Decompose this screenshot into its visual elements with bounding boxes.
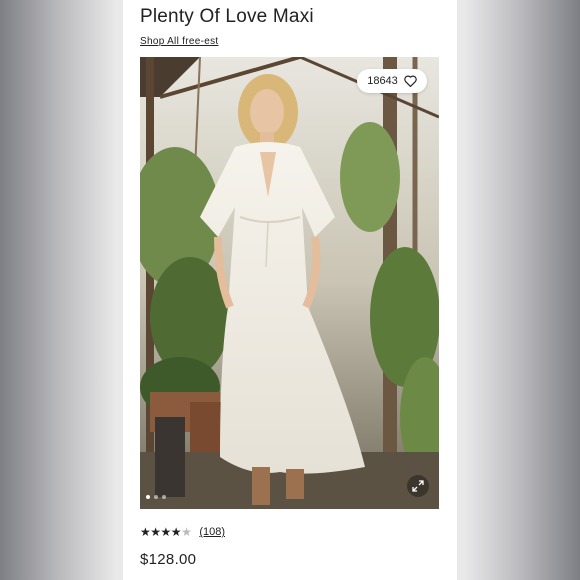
star-rating: ★★★★★: [140, 525, 192, 539]
price: $128.00: [140, 551, 197, 568]
shop-all-link[interactable]: Shop All free-est: [140, 36, 218, 47]
gallery-dot[interactable]: [146, 495, 150, 499]
product-image[interactable]: 18643: [140, 57, 439, 509]
star-icon: ★: [160, 525, 172, 539]
star-icon: ★: [181, 525, 192, 539]
greenhouse-photo: [140, 57, 439, 509]
product-title: Plenty Of Love Maxi: [140, 6, 314, 27]
reviews-link[interactable]: (108): [199, 526, 225, 538]
heart-icon: [404, 75, 417, 87]
gallery-dot[interactable]: [162, 495, 166, 499]
star-icon: ★: [140, 525, 151, 539]
product-card: Plenty Of Love Maxi Shop All free-est 18…: [123, 0, 457, 580]
like-count: 18643: [367, 75, 398, 87]
rating-row: ★★★★★ (108): [140, 525, 225, 539]
gallery-dot[interactable]: [154, 495, 158, 499]
star-icon: ★: [170, 525, 182, 539]
gallery-dots: [146, 495, 166, 499]
like-button[interactable]: 18643: [357, 69, 427, 93]
expand-button[interactable]: [407, 475, 429, 497]
expand-icon: [412, 480, 424, 492]
star-icon: ★: [150, 525, 161, 539]
